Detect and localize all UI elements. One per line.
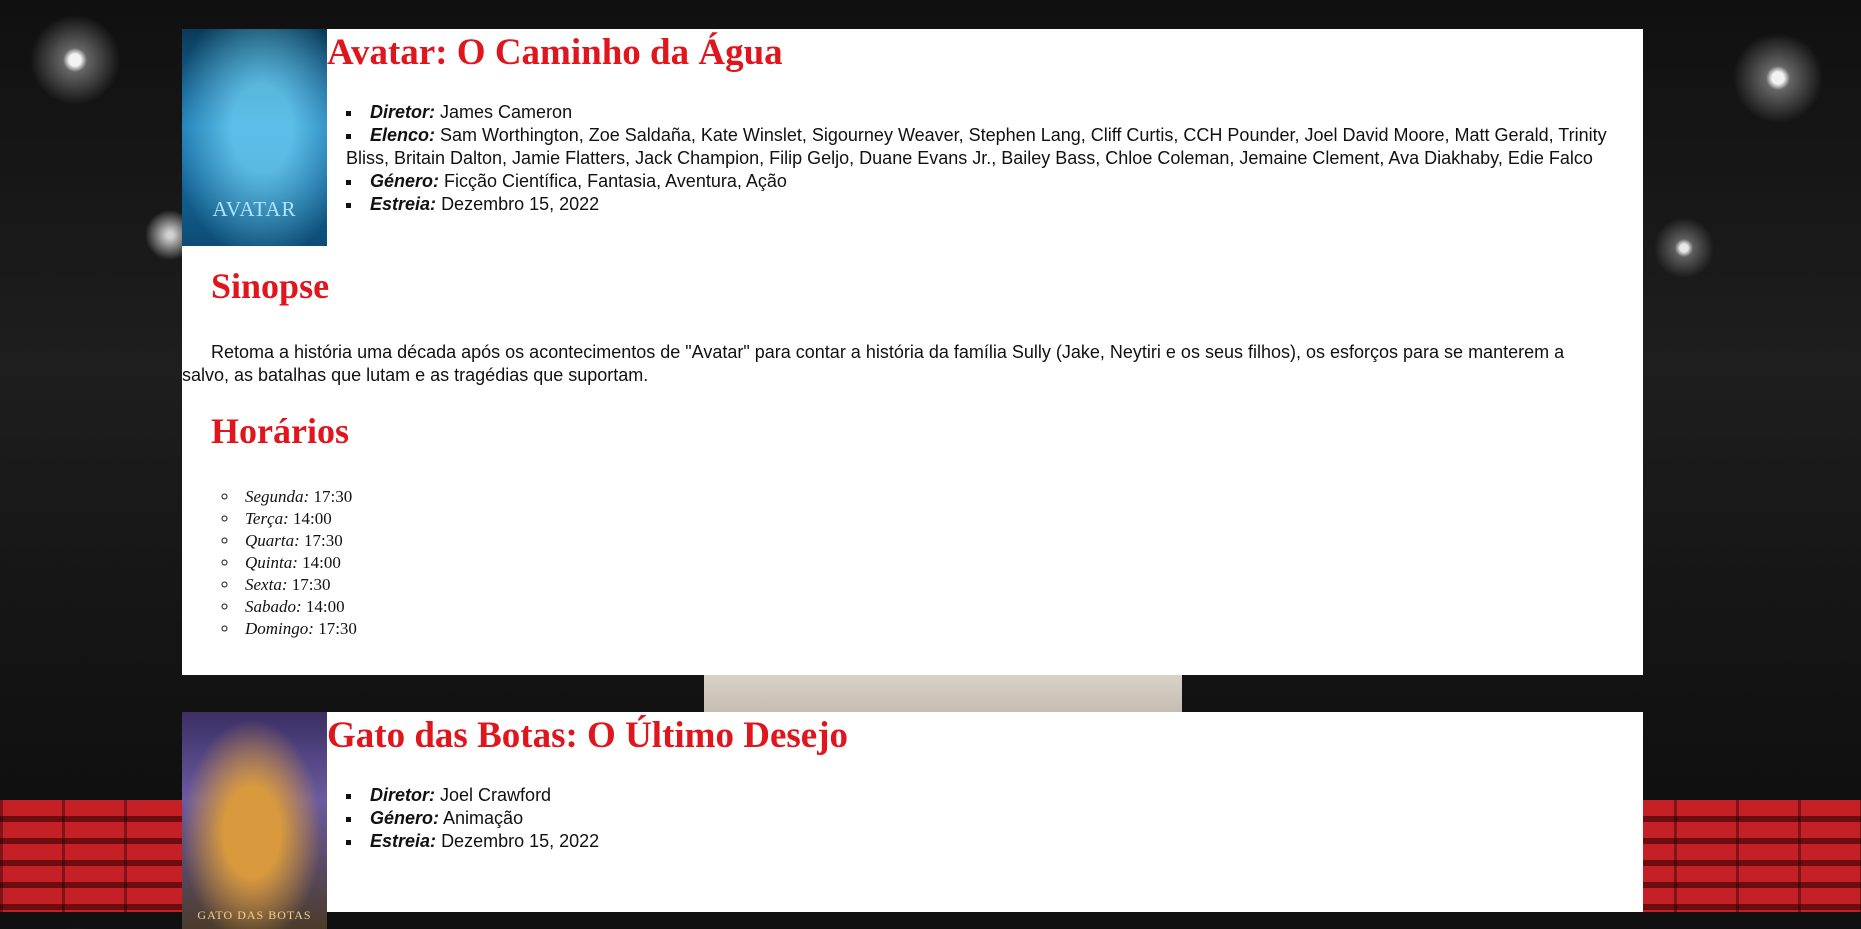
schedule-list: Segunda: 17:30 Terça: 14:00 Quarta: 17:3…	[222, 486, 357, 640]
schedule-heading: Horários	[211, 411, 349, 451]
info-item-release: Estreia: Dezembro 15, 2022	[346, 830, 1636, 853]
info-value: Sam Worthington, Zoe Saldaña, Kate Winsl…	[346, 125, 1607, 168]
poster-logo-text: AVATAR	[212, 197, 297, 221]
schedule-time: 17:30	[318, 619, 357, 638]
schedule-day: Segunda:	[245, 487, 310, 506]
movie-title: Gato das Botas: O Último Desejo	[327, 715, 849, 756]
synopsis-heading: Sinopse	[211, 266, 330, 306]
poster-logo-text: GATO DAS BOTAS	[197, 908, 312, 922]
schedule-time: 17:30	[291, 575, 331, 594]
info-item-director: Diretor: Joel Crawford	[346, 784, 1636, 807]
schedule-item: Quinta: 14:00	[222, 552, 357, 574]
schedule-time: 17:30	[304, 531, 343, 550]
schedule-item: Sabado: 14:00	[222, 596, 357, 618]
movie-card-avatar: AVATAR Avatar: O Caminho da Água Diretor…	[182, 29, 1643, 675]
info-value: James Cameron	[440, 102, 573, 122]
schedule-item: Quarta: 17:30	[222, 530, 357, 552]
movie-card-puss-in-boots: GATO DAS BOTAS Gato das Botas: O Último …	[182, 712, 1643, 929]
schedule-day: Domingo:	[245, 619, 314, 638]
info-value: Dezembro 15, 2022	[441, 831, 600, 851]
schedule-item: Segunda: 17:30	[222, 486, 357, 508]
schedule-day: Sexta:	[245, 575, 288, 594]
info-label: Estreia:	[370, 831, 437, 851]
movie-info-list: Diretor: James Cameron Elenco: Sam Worth…	[346, 101, 1636, 216]
info-label: Género:	[370, 808, 440, 828]
info-value: Joel Crawford	[440, 785, 552, 805]
info-value: Dezembro 15, 2022	[441, 194, 600, 214]
schedule-time: 17:30	[313, 487, 353, 506]
schedule-time: 14:00	[302, 553, 341, 572]
info-value: Ficção Científica, Fantasia, Aventura, A…	[444, 171, 787, 191]
info-value: Animação	[443, 808, 524, 828]
schedule-time: 14:00	[305, 597, 345, 616]
movie-title: Avatar: O Caminho da Água	[327, 32, 783, 73]
info-item-genre: Género: Ficção Científica, Fantasia, Ave…	[346, 170, 1636, 193]
movie-info-list: Diretor: Joel Crawford Género: Animação …	[346, 784, 1636, 853]
info-item-director: Diretor: James Cameron	[346, 101, 1636, 124]
schedule-item: Domingo: 17:30	[222, 618, 357, 640]
schedule-item: Sexta: 17:30	[222, 574, 357, 596]
info-item-genre: Género: Animação	[346, 807, 1636, 830]
movie-poster-image: AVATAR	[182, 29, 327, 246]
info-label: Diretor:	[370, 102, 436, 122]
info-label: Género:	[370, 171, 440, 191]
schedule-day: Quinta:	[245, 553, 298, 572]
info-label: Elenco:	[370, 125, 436, 145]
synopsis-text: Retoma a história uma década após os aco…	[182, 342, 1565, 385]
schedule-day: Quarta:	[245, 531, 300, 550]
schedule-day: Terça:	[245, 509, 289, 528]
info-label: Diretor:	[370, 785, 436, 805]
schedule-day: Sabado:	[245, 597, 302, 616]
info-item-release: Estreia: Dezembro 15, 2022	[346, 193, 1636, 216]
movie-poster-image: GATO DAS BOTAS	[182, 712, 327, 929]
schedule-time: 14:00	[293, 509, 332, 528]
info-label: Estreia:	[370, 194, 437, 214]
info-item-cast: Elenco: Sam Worthington, Zoe Saldaña, Ka…	[346, 124, 1636, 170]
schedule-item: Terça: 14:00	[222, 508, 357, 530]
